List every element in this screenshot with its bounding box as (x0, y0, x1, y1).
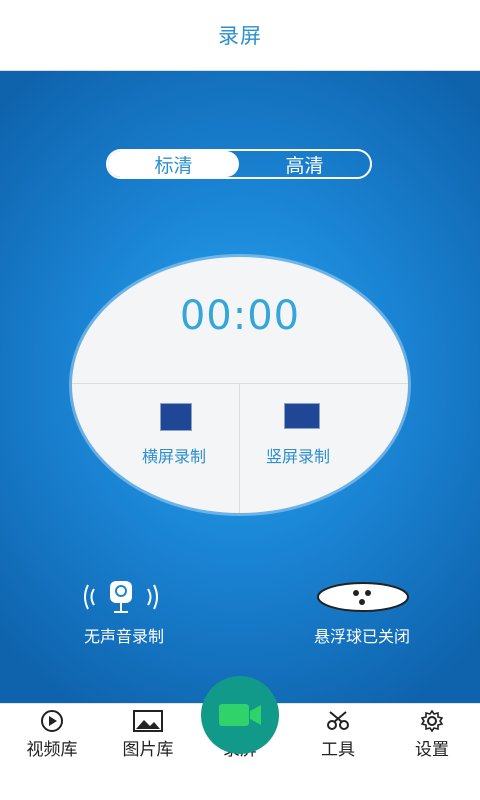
mute-record-label: 无声音录制 (83, 627, 164, 646)
portrait-record-label: 竖屏录制 (265, 447, 330, 466)
floating-ball-icon (317, 582, 409, 612)
main-area: 标清 高清 00:00 横屏录制 竖屏录制 无声音录制 悬浮球已关闭 (0, 71, 480, 703)
image-icon (133, 710, 163, 732)
quality-toggle: 标清 高清 (106, 149, 372, 179)
mute-record-toggle[interactable]: 无声音录制 (64, 579, 184, 649)
nav-label-video-library: 视频库 (26, 740, 78, 760)
app-header: 录屏 (0, 0, 480, 71)
landscape-record-button[interactable]: 横屏录制 (94, 387, 254, 487)
landscape-record-icon (160, 403, 192, 431)
quality-option-hd[interactable]: 高清 (239, 151, 370, 177)
page-title: 录屏 (218, 24, 262, 48)
app-screen: 录屏 标清 高清 00:00 横屏录制 竖屏录制 无声音录制 悬浮球已关闭 视频… (0, 0, 480, 800)
nav-item-tools[interactable]: 工具 (290, 704, 386, 764)
nav-item-image-library[interactable]: 图片库 (100, 704, 196, 764)
nav-label-tools: 工具 (321, 740, 355, 760)
floating-ball-toggle[interactable]: 悬浮球已关闭 (292, 579, 432, 649)
portrait-record-icon (284, 403, 320, 429)
portrait-record-button[interactable]: 竖屏录制 (244, 387, 404, 487)
scissors-icon (327, 711, 349, 730)
video-camera-icon (219, 704, 261, 726)
nav-item-video-library[interactable]: 视频库 (4, 704, 100, 764)
nav-label-image-library: 图片库 (122, 740, 174, 760)
microphone-mute-icon (84, 581, 158, 613)
timer-display: 00:00 (179, 293, 301, 339)
quality-option-standard[interactable]: 标清 (108, 151, 239, 177)
gear-icon (420, 710, 444, 732)
record-fab-button[interactable] (201, 676, 279, 754)
nav-label-settings: 设置 (415, 740, 449, 760)
panel-divider-horizontal (72, 383, 408, 384)
play-circle-icon (41, 710, 63, 732)
nav-item-settings[interactable]: 设置 (384, 704, 480, 764)
record-panel: 00:00 横屏录制 竖屏录制 (72, 257, 408, 513)
floating-ball-label: 悬浮球已关闭 (313, 627, 410, 646)
